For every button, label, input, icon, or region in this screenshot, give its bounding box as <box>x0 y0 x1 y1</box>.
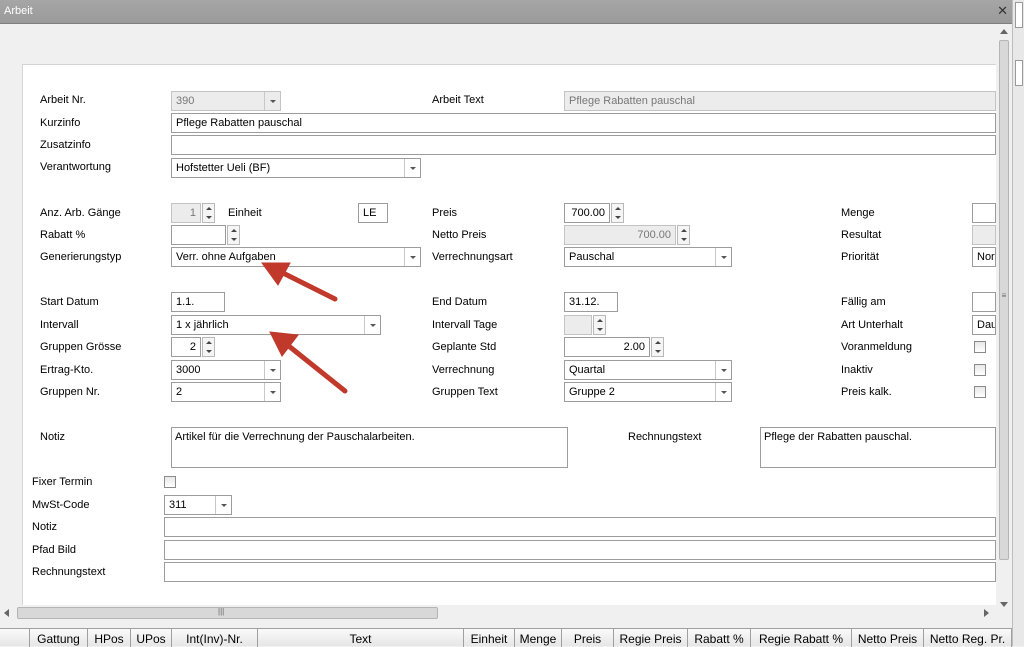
grid-column-header[interactable]: HPos <box>88 629 131 647</box>
edge-segment <box>1015 60 1023 86</box>
form-client-area: Arbeit Nr. 390 Arbeit Text Pflege Rabatt… <box>0 25 1012 620</box>
arrow-line-intervall <box>282 340 348 394</box>
grid-column-header[interactable]: Preis <box>562 629 614 647</box>
edge-segment <box>1015 2 1023 28</box>
grid-column-header[interactable]: Einheit <box>464 629 515 647</box>
scroll-up-icon[interactable] <box>1000 29 1008 34</box>
grid-column-header[interactable]: Regie Rabatt % <box>751 629 852 647</box>
vertical-scroll-thumb[interactable]: ≡ <box>999 40 1009 560</box>
scroll-left-icon[interactable] <box>4 609 9 617</box>
grid-column-header[interactable]: UPos <box>131 629 172 647</box>
grid-column-header[interactable]: Regie Preis <box>614 629 688 647</box>
grid-column-header[interactable]: Netto Reg. Pr. <box>924 629 1012 647</box>
grid-column-header[interactable]: Int(Inv)-Nr. <box>172 629 258 647</box>
horizontal-scrollbar[interactable]: ||| <box>0 605 996 621</box>
grid-header-row: Gattung HPos UPos Int(Inv)-Nr. Text Einh… <box>0 628 1012 647</box>
window-title: Arbeit <box>4 5 33 17</box>
window-titlebar: Arbeit ✕ <box>0 0 1012 24</box>
scroll-down-icon[interactable] <box>1000 602 1008 607</box>
grid-column-header-blank[interactable] <box>0 629 30 647</box>
grid-column-header[interactable]: Netto Preis <box>852 629 924 647</box>
grid-column-header[interactable]: Menge <box>515 629 562 647</box>
grid-column-header[interactable]: Rabatt % <box>688 629 751 647</box>
vertical-scrollbar[interactable]: ≡ <box>996 25 1012 620</box>
scroll-right-icon[interactable] <box>984 609 989 617</box>
annotation-arrows <box>261 262 348 394</box>
horizontal-scroll-thumb[interactable]: ||| <box>17 607 438 619</box>
right-edge-strip <box>1012 0 1024 646</box>
grid-column-header[interactable]: Text <box>258 629 464 647</box>
close-icon[interactable]: ✕ <box>997 3 1008 19</box>
grid-column-header[interactable]: Gattung <box>30 629 88 647</box>
